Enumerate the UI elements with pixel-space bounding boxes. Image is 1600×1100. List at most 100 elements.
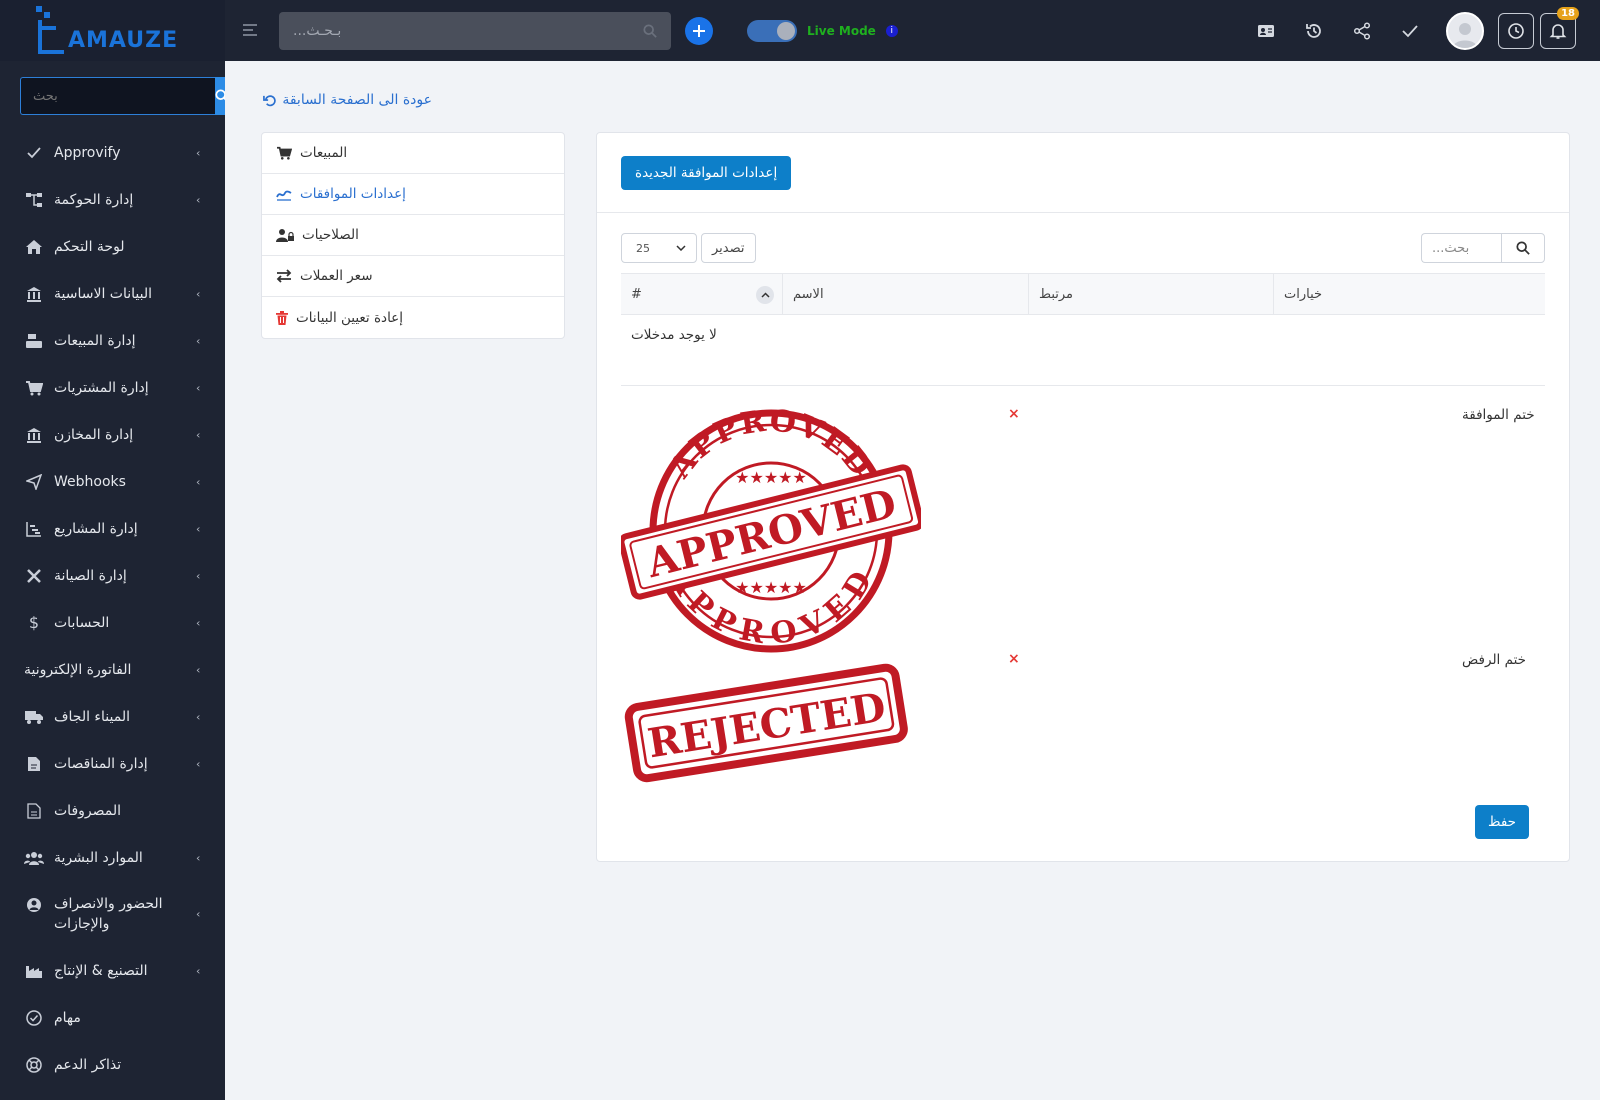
back-link[interactable]: عودة الى الصفحة السابقة — [263, 92, 432, 108]
sidebar-item-purchases[interactable]: إدارة المشتريات ‹ — [0, 364, 225, 411]
warehouse-icon — [24, 425, 44, 445]
sidebar-search-button[interactable] — [215, 77, 225, 115]
share-icon[interactable] — [1350, 19, 1374, 43]
sidebar-item-hr[interactable]: الموارد البشرية ‹ — [0, 834, 225, 881]
chevron-icon: ‹ — [196, 569, 201, 582]
check-icon — [24, 143, 44, 163]
dollar-icon: $ — [28, 613, 40, 632]
global-search-input[interactable]: ...بـحـث — [279, 11, 671, 50]
logo-text: AMAUZE — [68, 28, 179, 53]
sidebar-search-input[interactable] — [20, 77, 215, 115]
svg-text:★★★★★: ★★★★★ — [735, 468, 807, 487]
sidebar-item-dry-port[interactable]: الميناء الجاف ‹ — [0, 693, 225, 740]
undo-icon — [263, 94, 277, 106]
sitemap-icon — [24, 190, 44, 210]
info-icon[interactable]: i — [885, 24, 898, 37]
sidebar-item-webhooks[interactable]: Webhooks ‹ — [0, 458, 225, 505]
settings-menu-approvals[interactable]: إعدادات الموافقات — [262, 174, 564, 215]
chevron-icon: ‹ — [196, 193, 201, 206]
sidebar-item-manufacturing[interactable]: التصنيع & الإنتاج ‹ — [0, 947, 225, 994]
sidebar-item-tenders[interactable]: إدارة المناقصات ‹ — [0, 740, 225, 787]
id-card-icon[interactable] — [1254, 19, 1278, 43]
topbar-actions: 18 — [1254, 0, 1600, 61]
chevron-icon: ‹ — [196, 287, 201, 300]
table-search-input[interactable]: ...بحث — [1421, 233, 1501, 263]
search-icon — [1516, 241, 1530, 255]
bank-icon — [24, 284, 44, 304]
user-avatar[interactable] — [1446, 11, 1484, 50]
sidebar-nav: Approvify ‹ إدارة الحوكمة ‹ لوحة التحكم … — [0, 129, 225, 1088]
check-circle-icon — [24, 1008, 44, 1028]
save-button[interactable]: حفظ — [1475, 805, 1529, 839]
section-divider — [621, 385, 1545, 386]
settings-menu-reset-data[interactable]: إعادة تعيين البيانات — [262, 297, 564, 338]
sidebar-item-master-data[interactable]: البيانات الاساسية ‹ — [0, 270, 225, 317]
search-icon — [643, 23, 657, 38]
plus-icon — [693, 24, 705, 37]
page-size-select[interactable]: 25 — [621, 233, 697, 263]
live-mode-toggle[interactable] — [747, 19, 797, 42]
lifebuoy-icon — [24, 1055, 44, 1075]
chevron-down-icon — [676, 245, 686, 251]
chevron-icon: ‹ — [196, 757, 201, 770]
remove-rejection-stamp-button[interactable]: × — [1008, 651, 1020, 667]
users-icon — [24, 848, 44, 868]
sidebar-item-maintenance[interactable]: إدارة الصيانة ‹ — [0, 552, 225, 599]
export-button[interactable]: تصدير — [701, 233, 756, 263]
approval-icon — [276, 190, 292, 201]
user-lock-icon — [276, 229, 294, 242]
chevron-icon: ‹ — [196, 616, 201, 629]
sidebar-item-expenses[interactable]: المصروفات — [0, 787, 225, 834]
check-icon[interactable] — [1398, 19, 1422, 43]
remove-approval-stamp-button[interactable]: × — [1008, 406, 1020, 422]
sidebar-item-e-invoice[interactable]: الفاتورة الإلكترونية ‹ — [0, 646, 225, 693]
table-search: ...بحث — [1421, 233, 1545, 263]
approval-settings-panel: إعدادات الموافقة الجديدة 25 تصدير ...بحث… — [596, 132, 1570, 862]
settings-menu-currency[interactable]: سعر العملات — [262, 256, 564, 297]
approval-stamp-image: APPROVED APPROVED ★★★★★ ★★★★★ APPROVED — [618, 403, 925, 659]
trash-icon — [276, 310, 288, 325]
sidebar-item-dashboard[interactable]: لوحة التحكم — [0, 223, 225, 270]
industry-icon — [24, 961, 44, 981]
sidebar-item-sales[interactable]: إدارة المبيعات ‹ — [0, 317, 225, 364]
clock-button[interactable] — [1498, 12, 1534, 49]
new-approval-setting-button[interactable]: إعدادات الموافقة الجديدة — [621, 155, 792, 190]
column-header-name[interactable]: الاسم — [783, 274, 1029, 314]
app-logo[interactable]: AMAUZE — [0, 0, 225, 61]
column-header-options[interactable]: خيارات — [1274, 274, 1545, 314]
column-header-number[interactable]: # — [621, 274, 783, 314]
sidebar-item-governance[interactable]: إدارة الحوكمة ‹ — [0, 176, 225, 223]
approval-stamp-label: ختم الموافقة — [1462, 407, 1535, 423]
sort-icon[interactable] — [756, 286, 774, 304]
rejection-stamp-label: ختم الرفض — [1462, 652, 1526, 668]
cash-register-icon — [24, 331, 44, 351]
sidebar-item-support[interactable]: تذاكر الدعم — [0, 1041, 225, 1088]
chevron-icon: ‹ — [196, 146, 201, 159]
clock-icon — [1508, 22, 1524, 39]
sidebar-item-warehouses[interactable]: إدارة المخازن ‹ — [0, 411, 225, 458]
document-icon — [24, 801, 44, 821]
menu-toggle-icon[interactable] — [243, 21, 257, 40]
settings-menu-permissions[interactable]: الصلاحيات — [262, 215, 564, 256]
sidebar-item-attendance[interactable]: الحضور والانصراف والإجازات ‹ — [0, 881, 225, 947]
sidebar-item-approvify[interactable]: Approvify ‹ — [0, 129, 225, 176]
live-mode-label: Live Mode — [807, 23, 876, 38]
home-icon — [24, 237, 44, 257]
chevron-icon: ‹ — [196, 907, 201, 921]
settings-menu-sales[interactable]: المبيعات — [262, 133, 564, 174]
sidebar-item-projects[interactable]: إدارة المشاريع ‹ — [0, 505, 225, 552]
sidebar-item-tasks[interactable]: مهام — [0, 994, 225, 1041]
logo-mark-icon — [30, 5, 70, 56]
table-header: # الاسم مرتبط خيارات — [621, 273, 1545, 315]
chevron-icon: ‹ — [196, 663, 201, 676]
quick-add-button[interactable] — [685, 16, 713, 45]
column-header-linked[interactable]: مرتبط — [1029, 274, 1274, 314]
history-icon[interactable] — [1302, 19, 1326, 43]
sidebar-search — [20, 77, 225, 115]
approval-settings-table: # الاسم مرتبط خيارات لا يوجد مدخلات — [621, 273, 1545, 355]
table-search-button[interactable] — [1501, 233, 1545, 263]
chevron-icon: ‹ — [196, 475, 201, 488]
sidebar-item-accounts[interactable]: $ الحسابات ‹ — [0, 599, 225, 646]
notifications-button[interactable]: 18 — [1540, 6, 1579, 49]
tools-icon — [24, 566, 44, 586]
